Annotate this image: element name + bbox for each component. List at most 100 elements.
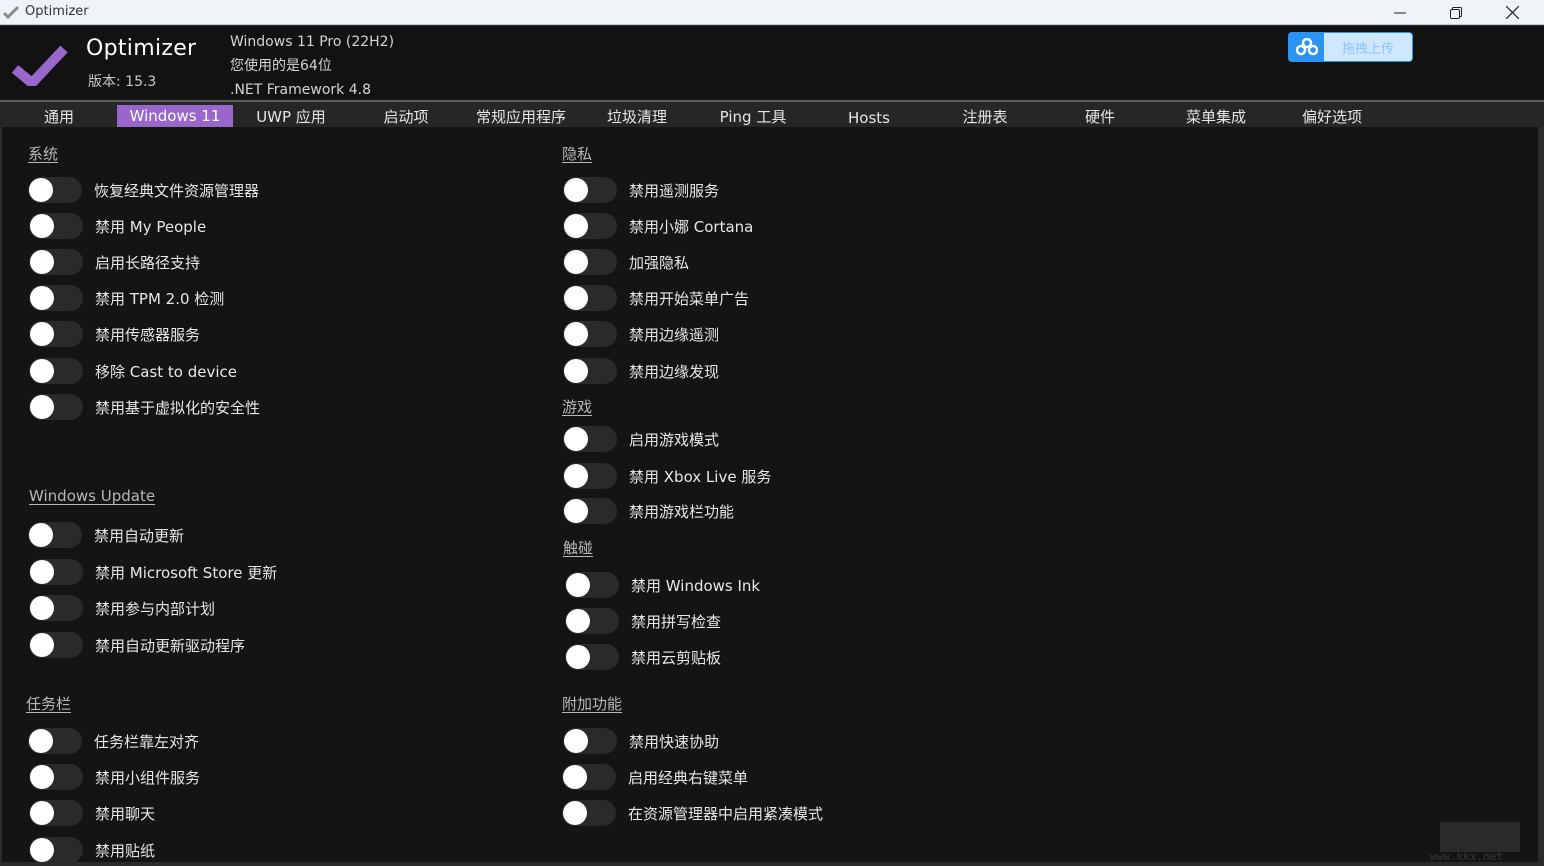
tab-registry[interactable]: 注册表 xyxy=(945,105,1025,127)
toggle-switch[interactable] xyxy=(29,394,83,420)
toggle-disable-edge-discovery[interactable]: 禁用边缘发现 xyxy=(563,357,719,385)
toggle-disable-store-updates[interactable]: 禁用 Microsoft Store 更新 xyxy=(29,558,277,586)
toggle-switch[interactable] xyxy=(563,358,617,384)
toggle-disable-game-bar[interactable]: 禁用游戏栏功能 xyxy=(563,497,734,525)
toggle-label: 禁用传感器服务 xyxy=(95,325,201,344)
toggle-switch[interactable] xyxy=(28,728,82,754)
toggle-disable-chat[interactable]: 禁用聊天 xyxy=(29,799,155,827)
toggle-enable-long-paths[interactable]: 启用长路径支持 xyxy=(29,248,200,276)
toggle-disable-sensor-services[interactable]: 禁用传感器服务 xyxy=(29,320,200,348)
tab-hosts[interactable]: Hosts xyxy=(830,105,908,127)
toggle-switch[interactable] xyxy=(563,249,617,275)
toggle-switch[interactable] xyxy=(29,559,83,585)
close-icon xyxy=(1505,6,1519,19)
tab-junk-cleaner[interactable]: 垃圾清理 xyxy=(596,105,678,127)
toggle-explorer-compact-mode[interactable]: 在资源管理器中启用紧凑模式 xyxy=(562,799,823,827)
toggle-label: 禁用快速协助 xyxy=(629,732,720,751)
tab-ping-tool[interactable]: Ping 工具 xyxy=(708,105,798,127)
toggle-switch[interactable] xyxy=(29,632,83,658)
tab-menu-integration[interactable]: 菜单集成 xyxy=(1172,105,1260,127)
toggle-label: 禁用边缘遥测 xyxy=(629,325,720,344)
toggle-knob xyxy=(564,178,588,202)
toggle-disable-insider[interactable]: 禁用参与内部计划 xyxy=(29,594,215,622)
close-button[interactable] xyxy=(1484,0,1540,25)
toggle-disable-auto-updates[interactable]: 禁用自动更新 xyxy=(28,521,184,549)
toggle-label: 禁用自动更新 xyxy=(94,526,185,545)
tab-windows-11[interactable]: Windows 11 xyxy=(117,105,233,127)
toggle-switch[interactable] xyxy=(565,644,619,670)
toggle-disable-stickers[interactable]: 禁用贴纸 xyxy=(29,836,155,864)
toggle-disable-quick-assist[interactable]: 禁用快速协助 xyxy=(563,727,719,755)
toggle-switch[interactable] xyxy=(563,321,617,347)
system-info: Windows 11 Pro (22H2) 您使用的是64位 .NET Fram… xyxy=(230,30,394,102)
toggle-knob xyxy=(30,214,54,238)
toggle-taskbar-align-left[interactable]: 任务栏靠左对齐 xyxy=(28,727,199,755)
toggle-knob xyxy=(564,250,588,274)
minimize-button[interactable] xyxy=(1372,0,1428,25)
toggle-switch[interactable] xyxy=(563,285,617,311)
section-windows-update-title: Windows Update xyxy=(29,487,156,505)
tab-startup[interactable]: 启动项 xyxy=(366,105,446,127)
drag-upload-button[interactable]: 拖拽上传 xyxy=(1288,32,1413,62)
toggle-switch[interactable] xyxy=(563,177,617,203)
toggle-switch[interactable] xyxy=(565,572,619,598)
toggle-enable-game-mode[interactable]: 启用游戏模式 xyxy=(563,425,719,453)
toggle-switch[interactable] xyxy=(29,595,83,621)
toggle-switch[interactable] xyxy=(29,764,83,790)
watermark: www.kkx.net xyxy=(1430,812,1540,863)
toggle-label: 禁用 Microsoft Store 更新 xyxy=(95,563,278,582)
toggle-label: 禁用 Xbox Live 服务 xyxy=(629,467,772,486)
toggle-disable-spellcheck[interactable]: 禁用拼写检查 xyxy=(565,607,721,635)
toggle-switch[interactable] xyxy=(563,728,617,754)
toggle-disable-telemetry[interactable]: 禁用遥测服务 xyxy=(563,176,719,204)
toggle-switch[interactable] xyxy=(563,463,617,489)
toggle-disable-windows-ink[interactable]: 禁用 Windows Ink xyxy=(565,571,760,599)
toggle-switch[interactable] xyxy=(29,321,83,347)
toggle-label: 加强隐私 xyxy=(629,253,690,272)
toggle-switch[interactable] xyxy=(29,285,83,311)
toggle-disable-xbox-live[interactable]: 禁用 Xbox Live 服务 xyxy=(563,462,771,490)
toggle-disable-start-menu-ads[interactable]: 禁用开始菜单广告 xyxy=(563,284,749,312)
restore-button[interactable] xyxy=(1428,0,1484,25)
tab-general[interactable]: 通用 xyxy=(20,105,98,127)
tab-uwp-apps[interactable]: UWP 应用 xyxy=(243,105,339,127)
toggle-switch[interactable] xyxy=(28,522,82,548)
toggle-disable-vbs[interactable]: 禁用基于虚拟化的安全性 xyxy=(29,393,260,421)
toggle-disable-cloud-clipboard[interactable]: 禁用云剪贴板 xyxy=(565,643,721,671)
toggle-switch[interactable] xyxy=(563,213,617,239)
toggle-enhance-privacy[interactable]: 加强隐私 xyxy=(563,248,689,276)
toggle-switch[interactable] xyxy=(29,837,83,863)
toggle-knob xyxy=(30,633,54,657)
toggle-knob xyxy=(563,765,587,789)
section-gaming-title: 游戏 xyxy=(562,398,593,416)
toggle-disable-widgets[interactable]: 禁用小组件服务 xyxy=(29,763,200,791)
toggle-switch[interactable] xyxy=(29,800,83,826)
toggle-enable-classic-context-menu[interactable]: 启用经典右键菜单 xyxy=(562,763,748,791)
toggle-switch[interactable] xyxy=(29,249,83,275)
toggle-switch[interactable] xyxy=(565,608,619,634)
toggle-disable-edge-telemetry[interactable]: 禁用边缘遥测 xyxy=(563,320,719,348)
tab-common-apps[interactable]: 常规应用程序 xyxy=(466,105,576,127)
toggle-switch[interactable] xyxy=(562,764,616,790)
toggle-knob xyxy=(30,250,54,274)
toggle-switch[interactable] xyxy=(29,358,83,384)
toggle-knob xyxy=(30,359,54,383)
toggle-remove-cast-to-device[interactable]: 移除 Cast to device xyxy=(29,357,237,385)
toggle-restore-classic-explorer[interactable]: 恢复经典文件资源管理器 xyxy=(28,176,259,204)
section-privacy-title: 隐私 xyxy=(562,145,593,163)
toggle-disable-cortana[interactable]: 禁用小娜 Cortana xyxy=(563,212,753,240)
toggle-knob xyxy=(564,286,588,310)
toggle-knob xyxy=(564,464,588,488)
toggle-switch[interactable] xyxy=(562,800,616,826)
toggle-label: 禁用基于虚拟化的安全性 xyxy=(95,398,261,417)
toggle-switch[interactable] xyxy=(29,213,83,239)
tab-hardware[interactable]: 硬件 xyxy=(1062,105,1138,127)
toggle-switch[interactable] xyxy=(563,426,617,452)
toggle-knob xyxy=(30,286,54,310)
toggle-switch[interactable] xyxy=(28,177,82,203)
toggle-disable-my-people[interactable]: 禁用 My People xyxy=(29,212,206,240)
tab-preferences[interactable]: 偏好选项 xyxy=(1288,105,1376,127)
toggle-switch[interactable] xyxy=(563,498,617,524)
toggle-disable-driver-updates[interactable]: 禁用自动更新驱动程序 xyxy=(29,631,245,659)
toggle-disable-tpm-check[interactable]: 禁用 TPM 2.0 检测 xyxy=(29,284,224,312)
